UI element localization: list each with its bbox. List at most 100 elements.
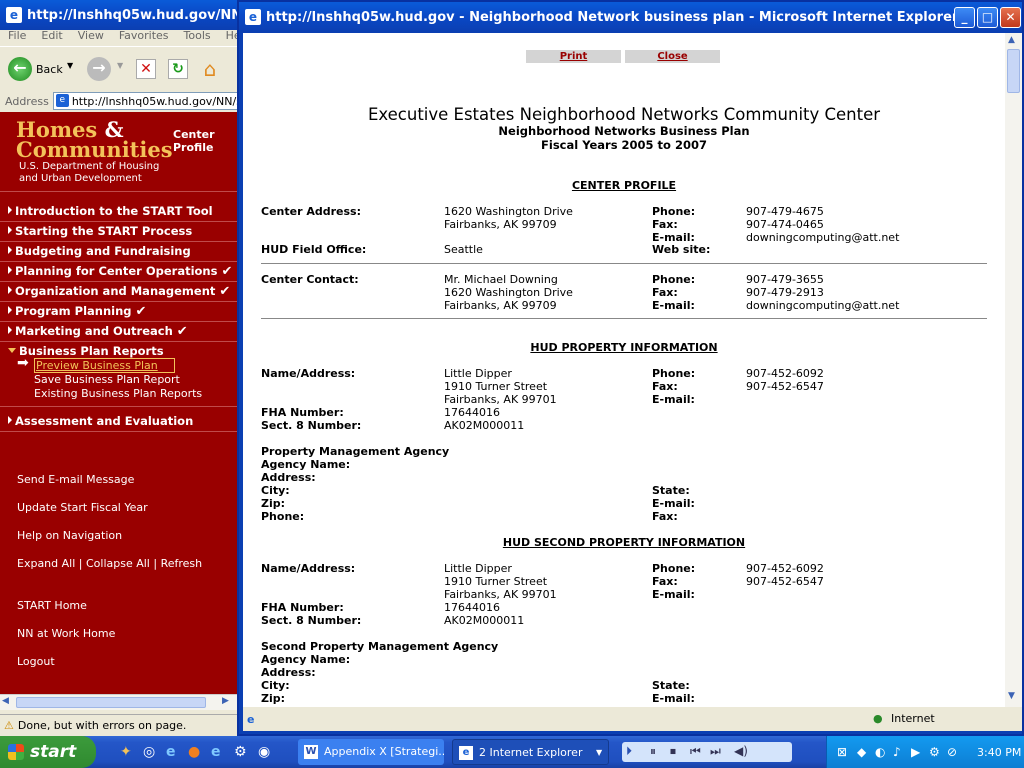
- fha-number-label: FHA Number:: [261, 601, 344, 614]
- ie-quicklaunch-icon[interactable]: e: [211, 744, 221, 760]
- nav-item-introduction[interactable]: Introduction to the START Tool: [8, 204, 213, 218]
- minimize-button[interactable]: _: [954, 7, 975, 28]
- nav-divider: [0, 221, 237, 222]
- start-button[interactable]: start: [0, 736, 96, 768]
- start-nav-panel: Homes & Communities U.S. Department of H…: [0, 112, 237, 694]
- forward-dropdown-icon[interactable]: ▼: [117, 61, 123, 70]
- address-input[interactable]: [52, 92, 243, 110]
- name-address-label: Name/Address:: [261, 367, 356, 380]
- start-home-link[interactable]: START Home: [17, 599, 87, 612]
- center-contact-label: Center Contact:: [261, 273, 359, 286]
- quicklaunch-icon[interactable]: ◎: [143, 744, 155, 760]
- scroll-up-icon[interactable]: ▲: [1008, 35, 1015, 45]
- preview-business-plan-link[interactable]: Preview Business Plan: [34, 358, 175, 373]
- back-button[interactable]: Back: [36, 63, 63, 76]
- menu-edit[interactable]: Edit: [41, 29, 62, 42]
- property2-phone: 907-452-6092: [746, 562, 824, 575]
- nav-item-assessment[interactable]: Assessment and Evaluation: [8, 414, 193, 428]
- quicklaunch-icon[interactable]: ✦: [120, 744, 132, 760]
- tray-icon[interactable]: ◆: [857, 745, 866, 759]
- warning-icon[interactable]: ⚠: [4, 719, 14, 732]
- stop-icon[interactable]: ✕: [136, 59, 156, 79]
- clock[interactable]: 3:40 PM: [977, 746, 1021, 759]
- tray-icon[interactable]: ⊘: [947, 745, 957, 759]
- maximize-button[interactable]: □: [977, 7, 998, 28]
- address-bar: Address e: [0, 90, 243, 112]
- email-label: E-mail:: [652, 299, 695, 312]
- back-dropdown-icon[interactable]: ▼: [67, 61, 73, 70]
- center-profile-link[interactable]: Center Profile: [173, 128, 215, 154]
- scroll-right-icon[interactable]: ▶: [222, 696, 229, 706]
- page-title: Executive Estates Neighborhood Networks …: [367, 105, 881, 124]
- nav-item-marketing[interactable]: Marketing and Outreach ✔: [8, 324, 188, 339]
- help-navigation-link[interactable]: Help on Navigation: [17, 529, 122, 542]
- popup-title-bar[interactable]: e http://lnshhq05w.hud.gov - Neighborhoo…: [239, 2, 1022, 32]
- menu-tools[interactable]: Tools: [184, 29, 211, 42]
- update-fiscal-year-link[interactable]: Update Start Fiscal Year: [17, 501, 148, 514]
- stop-media-icon[interactable]: ⏹: [670, 744, 676, 759]
- nav-item-program-planning[interactable]: Program Planning ✔: [8, 304, 146, 319]
- tray-icon[interactable]: ⚙: [929, 745, 940, 759]
- send-email-link[interactable]: Send E-mail Message: [17, 473, 134, 486]
- next-icon[interactable]: ⏭: [710, 744, 721, 759]
- system-tray: ⊠ ◆ ◐ ♪ ▶ ⚙ ⊘ 3:40 PM: [826, 736, 1024, 768]
- collapse-all-link[interactable]: Collapse All: [86, 557, 150, 570]
- volume-icon[interactable]: ◀): [734, 744, 748, 758]
- ie-icon: e: [459, 746, 473, 760]
- contact-name: Mr. Michael Downing: [444, 273, 558, 286]
- nn-at-work-home-link[interactable]: NN at Work Home: [17, 627, 115, 640]
- scroll-thumb[interactable]: [1007, 49, 1020, 93]
- speaker-icon[interactable]: ♪: [893, 745, 901, 759]
- quicklaunch-icon[interactable]: ⚙: [234, 744, 247, 760]
- scroll-down-icon[interactable]: ▼: [1008, 691, 1015, 701]
- close-window-button[interactable]: ✕: [1000, 7, 1021, 28]
- existing-reports-link[interactable]: Existing Business Plan Reports: [34, 387, 202, 400]
- menu-file[interactable]: File: [8, 29, 26, 42]
- tray-icon[interactable]: ◐: [875, 745, 885, 759]
- firefox-icon[interactable]: ●: [188, 744, 200, 760]
- pause-icon[interactable]: ⏸: [650, 744, 656, 759]
- taskbar-word-window[interactable]: W Appendix X [Strategi...: [298, 739, 444, 765]
- close-button[interactable]: Close: [625, 50, 720, 63]
- print-button[interactable]: Print: [526, 50, 621, 63]
- nav-item-budgeting[interactable]: Budgeting and Fundraising: [8, 244, 191, 258]
- scroll-left-icon[interactable]: ◀: [2, 696, 9, 706]
- nav-toolbar: ← Back ▼ → ▼ ✕ ↻ ⌂: [0, 46, 240, 90]
- taskbar-ie-group[interactable]: e 2 Internet Explorer ▼: [452, 739, 609, 765]
- website-label: Web site:: [652, 243, 711, 256]
- media-tray-icon[interactable]: ▶: [911, 745, 920, 759]
- popup-title: http://lnshhq05w.hud.gov - Neighborhood …: [266, 9, 959, 25]
- quicklaunch-icon[interactable]: ◉: [258, 744, 270, 760]
- logout-link[interactable]: Logout: [17, 655, 55, 668]
- ie-quicklaunch-icon[interactable]: e: [166, 744, 176, 760]
- hud-second-property-heading: HUD SECOND PROPERTY INFORMATION: [502, 536, 746, 549]
- network-icon[interactable]: ⊠: [837, 745, 847, 759]
- menu-view[interactable]: View: [78, 29, 104, 42]
- refresh-icon[interactable]: ↻: [168, 59, 188, 79]
- back-arrow-icon[interactable]: ←: [8, 57, 32, 81]
- media-player-toolbar[interactable]: ⏵ ⏸ ⏹ ⏮ ⏭ ◀): [622, 742, 792, 762]
- name-address-label: Name/Address:: [261, 562, 356, 575]
- nav-item-business-plan-reports[interactable]: Business Plan Reports: [8, 344, 164, 358]
- sect8-number-value: AK02M000011: [444, 419, 525, 432]
- prev-icon[interactable]: ⏮: [690, 744, 701, 759]
- nav-item-planning-operations[interactable]: Planning for Center Operations ✔: [8, 264, 232, 279]
- refresh-link[interactable]: Refresh: [161, 557, 203, 570]
- expand-all-link[interactable]: Expand All: [17, 557, 75, 570]
- ie-icon: e: [6, 7, 22, 23]
- forward-arrow-icon[interactable]: →: [87, 57, 111, 81]
- popup-vertical-scrollbar[interactable]: ▲ ▼: [1005, 33, 1022, 707]
- nav-horizontal-scrollbar[interactable]: ◀ ▶: [0, 694, 237, 710]
- menu-favorites[interactable]: Favorites: [119, 29, 169, 42]
- contact-email: downingcomputing@att.net: [746, 299, 900, 312]
- nav-divider: [0, 301, 237, 302]
- home-icon[interactable]: ⌂: [198, 57, 222, 81]
- main-status-bar: ⚠ Done, but with errors on page.: [0, 714, 240, 736]
- scroll-thumb[interactable]: [16, 697, 206, 708]
- save-business-plan-link[interactable]: Save Business Plan Report: [34, 373, 180, 386]
- zip-label: Zip:: [261, 692, 286, 705]
- nav-item-organization[interactable]: Organization and Management ✔: [8, 284, 230, 299]
- nav-item-starting[interactable]: Starting the START Process: [8, 224, 192, 238]
- agency-address-label: Address:: [261, 666, 316, 679]
- status-text: Done, but with errors on page.: [17, 719, 187, 732]
